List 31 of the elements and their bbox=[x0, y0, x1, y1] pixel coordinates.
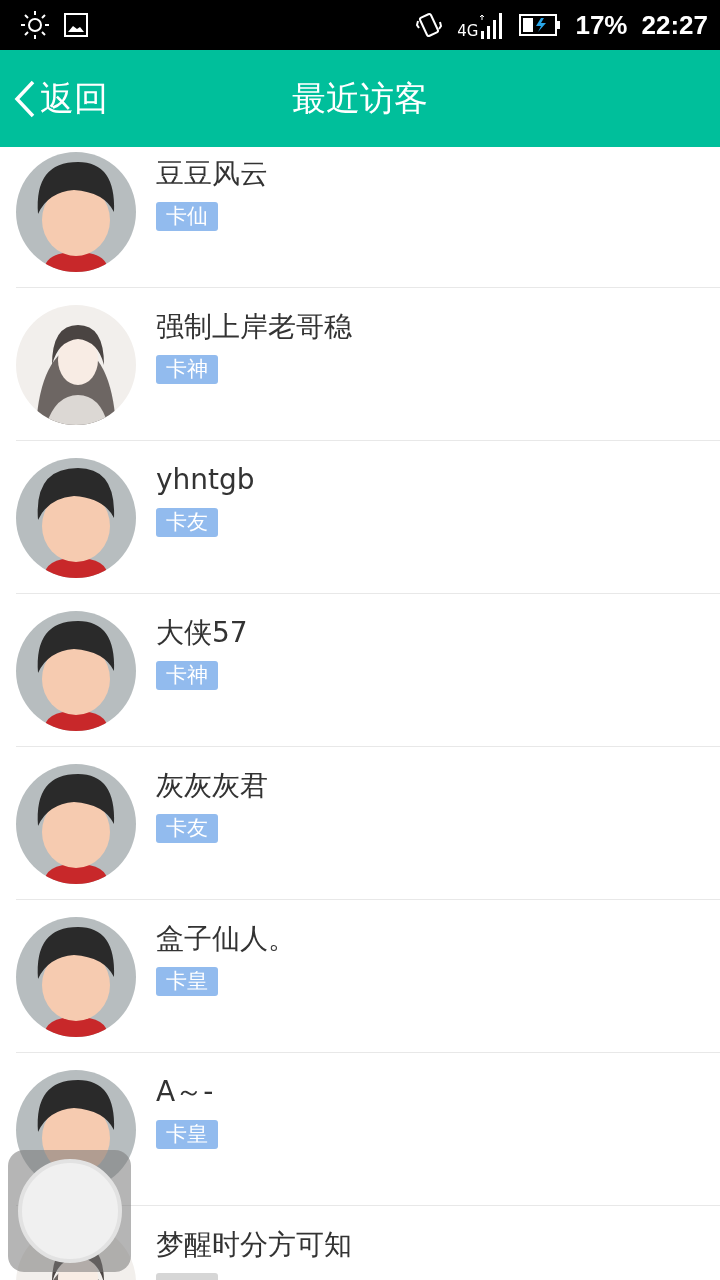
clock: 22:27 bbox=[641, 9, 708, 41]
visitor-name: yhntgb bbox=[156, 462, 255, 498]
level-tag: 卡友 bbox=[156, 814, 218, 843]
visitor-row[interactable]: yhntgb 卡友 bbox=[16, 441, 720, 594]
visitor-row[interactable]: 灰灰灰君 卡友 bbox=[16, 747, 720, 900]
visitor-name: 强制上岸老哥稳 bbox=[156, 309, 352, 345]
visitor-name: 大侠57 bbox=[156, 615, 248, 651]
visitor-name: 灰灰灰君 bbox=[156, 768, 268, 804]
visitor-row[interactable]: 大侠57 卡神 bbox=[16, 594, 720, 747]
level-tag: 卡神 bbox=[156, 355, 218, 384]
level-tag: 卡皇 bbox=[156, 967, 218, 996]
visitor-name: A～- bbox=[156, 1074, 215, 1110]
network-label: 4G bbox=[457, 24, 479, 39]
level-tag: 卡友 bbox=[156, 508, 218, 537]
chevron-left-icon bbox=[14, 79, 36, 118]
visitor-name: 梦醒时分方可知 bbox=[156, 1227, 352, 1263]
level-tag: 卡仙 bbox=[156, 202, 218, 231]
visitor-row[interactable]: 豆豆风云 卡仙 bbox=[16, 147, 720, 288]
visitor-row[interactable]: 强制上岸老哥稳 卡神 bbox=[16, 288, 720, 441]
brightness-icon bbox=[20, 10, 50, 40]
level-tag: 卡皇 bbox=[156, 1120, 218, 1149]
page-title: 最近访客 bbox=[292, 77, 428, 118]
visitor-name: 盒子仙人。 bbox=[156, 921, 296, 957]
image-icon bbox=[64, 13, 88, 37]
battery-icon bbox=[519, 14, 562, 36]
battery-percent: 17% bbox=[575, 9, 628, 41]
vibrate-icon bbox=[415, 11, 444, 39]
visitor-name: 豆豆风云 bbox=[156, 156, 268, 192]
level-tag: 卡神 bbox=[156, 661, 218, 690]
visitor-row[interactable]: 盒子仙人。 卡皇 bbox=[16, 900, 720, 1053]
floating-button[interactable] bbox=[8, 1150, 131, 1272]
